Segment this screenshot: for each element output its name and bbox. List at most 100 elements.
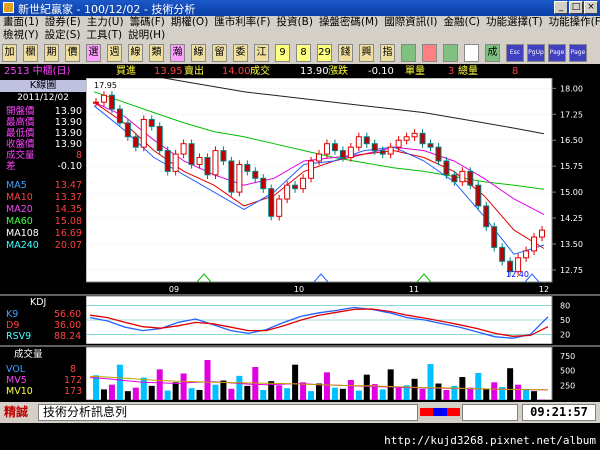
buy-value: 13.95 — [154, 66, 183, 77]
ma-label: MA5 — [6, 180, 27, 191]
toolbar-button[interactable]: 委 — [233, 44, 248, 62]
candle — [475, 184, 482, 207]
toolbar-button[interactable]: 加 — [2, 44, 17, 62]
toolbar-button[interactable]: PgUp — [527, 44, 545, 62]
volume-bar — [108, 384, 115, 400]
toolbar-button[interactable]: 線 — [191, 44, 206, 62]
menu-settings[interactable]: 設定(S) — [42, 29, 84, 42]
mv5-label: MV5 — [6, 375, 27, 386]
quote-info-bar: 2513 中櫃(日) 買進 13.95 賣出 14.00 成交 13.90 漲跌… — [0, 65, 600, 78]
menu-screen[interactable]: 畫面(1) — [0, 16, 42, 29]
menu-row-2: 檢視(Y) 設定(S) 工具(T) 說明(H) — [0, 29, 168, 42]
candle — [443, 160, 450, 176]
toolbar-button[interactable]: 線 — [128, 44, 143, 62]
toolbar-button[interactable]: 8 — [296, 44, 311, 62]
volume-chart[interactable]: 750 500 250 — [86, 347, 600, 400]
menu-help[interactable]: 說明(H) — [125, 29, 168, 42]
menu-view[interactable]: 檢視(Y) — [0, 29, 42, 42]
menu-function-select[interactable]: 功能選擇(T) — [483, 16, 546, 29]
window-controls: _ □ × — [554, 1, 598, 14]
toolbar-button[interactable]: 類 — [149, 44, 164, 62]
candle — [371, 143, 378, 152]
toolbar-button[interactable]: 留 — [212, 44, 227, 62]
volume-bar — [467, 387, 474, 400]
close-button[interactable]: × — [584, 1, 598, 14]
kdj-chart[interactable]: 80 50 20 — [86, 296, 600, 344]
candlestick-chart[interactable]: 18.00 17.25 16.50 15.75 15.00 14.25 13.50 12.75… — [86, 78, 600, 294]
candle — [379, 150, 386, 155]
toolbar-button[interactable] — [422, 44, 437, 62]
toolbar-button[interactable]: Page Up — [548, 44, 566, 72]
menu-tools[interactable]: 工具(T) — [83, 29, 125, 42]
mode-indicator[interactable]: 精誠 — [4, 404, 34, 421]
menu-chips[interactable]: 籌碼(F) — [127, 16, 168, 29]
quote-value: 13.90 — [54, 106, 82, 117]
kline-header[interactable]: K線圖 — [0, 80, 86, 92]
volume-bar — [507, 368, 514, 400]
menu-options[interactable]: 期權(O) — [168, 16, 211, 29]
candle — [459, 170, 466, 183]
volume-tick-label: 500 — [560, 367, 575, 376]
toolbar-button[interactable]: Esc — [506, 44, 524, 62]
toolbar-button[interactable]: 週 — [107, 44, 122, 62]
volume-bar — [196, 389, 203, 400]
candle — [355, 136, 362, 148]
y-tick-label: 17.25 — [560, 110, 583, 119]
toolbar-button[interactable]: 選 — [86, 44, 101, 62]
toolbar-button[interactable]: 瀚 — [170, 44, 185, 62]
ma-row: MA240 20.07 — [6, 240, 82, 251]
menu-function-operate[interactable]: 功能操作(F) — [546, 16, 600, 29]
candle — [387, 146, 394, 155]
candle — [276, 198, 283, 217]
window-title: 新世紀贏家 - 100/12/02 - 技術分析 — [18, 3, 196, 16]
toolbar-button[interactable]: 29 — [317, 44, 332, 62]
menu-securities[interactable]: 證券(E) — [42, 16, 84, 29]
candle — [132, 136, 139, 148]
status-bar: 精誠 技術分析訊息列 09:21:57 — [0, 402, 600, 423]
toolbar-button[interactable]: 興 — [359, 44, 374, 62]
trade-label: 成交 — [250, 66, 270, 77]
toolbar-button[interactable] — [401, 44, 416, 62]
candle — [331, 143, 338, 152]
quote-label: 開盤價 — [6, 106, 35, 117]
toolbar-button[interactable] — [443, 44, 458, 62]
toolbar-button[interactable]: 錢 — [338, 44, 353, 62]
toolbar-button[interactable]: 指 — [380, 44, 395, 62]
toolbar-button[interactable]: 價 — [65, 44, 80, 62]
kdj-tick-label: 20 — [560, 330, 570, 339]
ma-value: 14.35 — [54, 204, 82, 215]
toolbar-button[interactable]: 江 — [254, 44, 269, 62]
menu-main-force[interactable]: 主力(U) — [84, 16, 127, 29]
volume-bar — [244, 385, 251, 400]
volume-bar — [132, 387, 139, 400]
candle — [411, 132, 418, 138]
ma-value: 13.37 — [54, 192, 82, 203]
candle — [308, 160, 315, 179]
toolbar-button[interactable]: 9 — [275, 44, 290, 62]
candle — [292, 184, 299, 190]
menu-investment[interactable]: 投資(B) — [274, 16, 316, 29]
menu-forex[interactable]: 匯市利率(F) — [211, 16, 273, 29]
toolbar-button[interactable] — [464, 44, 479, 62]
y-tick-label: 16.50 — [560, 136, 583, 145]
ma-row: MA60 15.08 — [6, 216, 82, 227]
ma-label: MA10 — [6, 192, 33, 203]
candle — [188, 143, 195, 165]
volume-bar — [395, 387, 402, 400]
title-bar: 新世紀贏家 - 100/12/02 - 技術分析 _ □ × — [0, 0, 600, 16]
volume-bar — [323, 372, 330, 400]
maximize-button[interactable]: □ — [569, 1, 583, 14]
menu-bar: 畫面(1) 證券(E) 主力(U) 籌碼(F) 期權(O) 匯市利率(F) 投資(B) 操盤密… — [0, 16, 600, 42]
k9-label: K9 — [6, 309, 19, 320]
toolbar-button[interactable]: 期 — [44, 44, 59, 62]
menu-finance[interactable]: 金融(C) — [441, 16, 484, 29]
toolbar-button[interactable]: 成 — [485, 44, 500, 62]
minimize-button[interactable]: _ — [554, 1, 568, 14]
quote-side-panel: K線圖 2011/12/02 開盤價 13.90 最高價 13.90 最低價 13.9… — [0, 78, 86, 294]
toolbar-button[interactable]: 欄 — [23, 44, 38, 62]
menu-international[interactable]: 國際資訊(I) — [381, 16, 440, 29]
menu-trading-code[interactable]: 操盤密碼(M) — [316, 16, 381, 29]
quote-row: 開盤價 13.90 — [6, 106, 82, 117]
toolbar-button[interactable]: Page Down — [569, 44, 587, 72]
low-annotation: 12.40 — [506, 270, 529, 279]
